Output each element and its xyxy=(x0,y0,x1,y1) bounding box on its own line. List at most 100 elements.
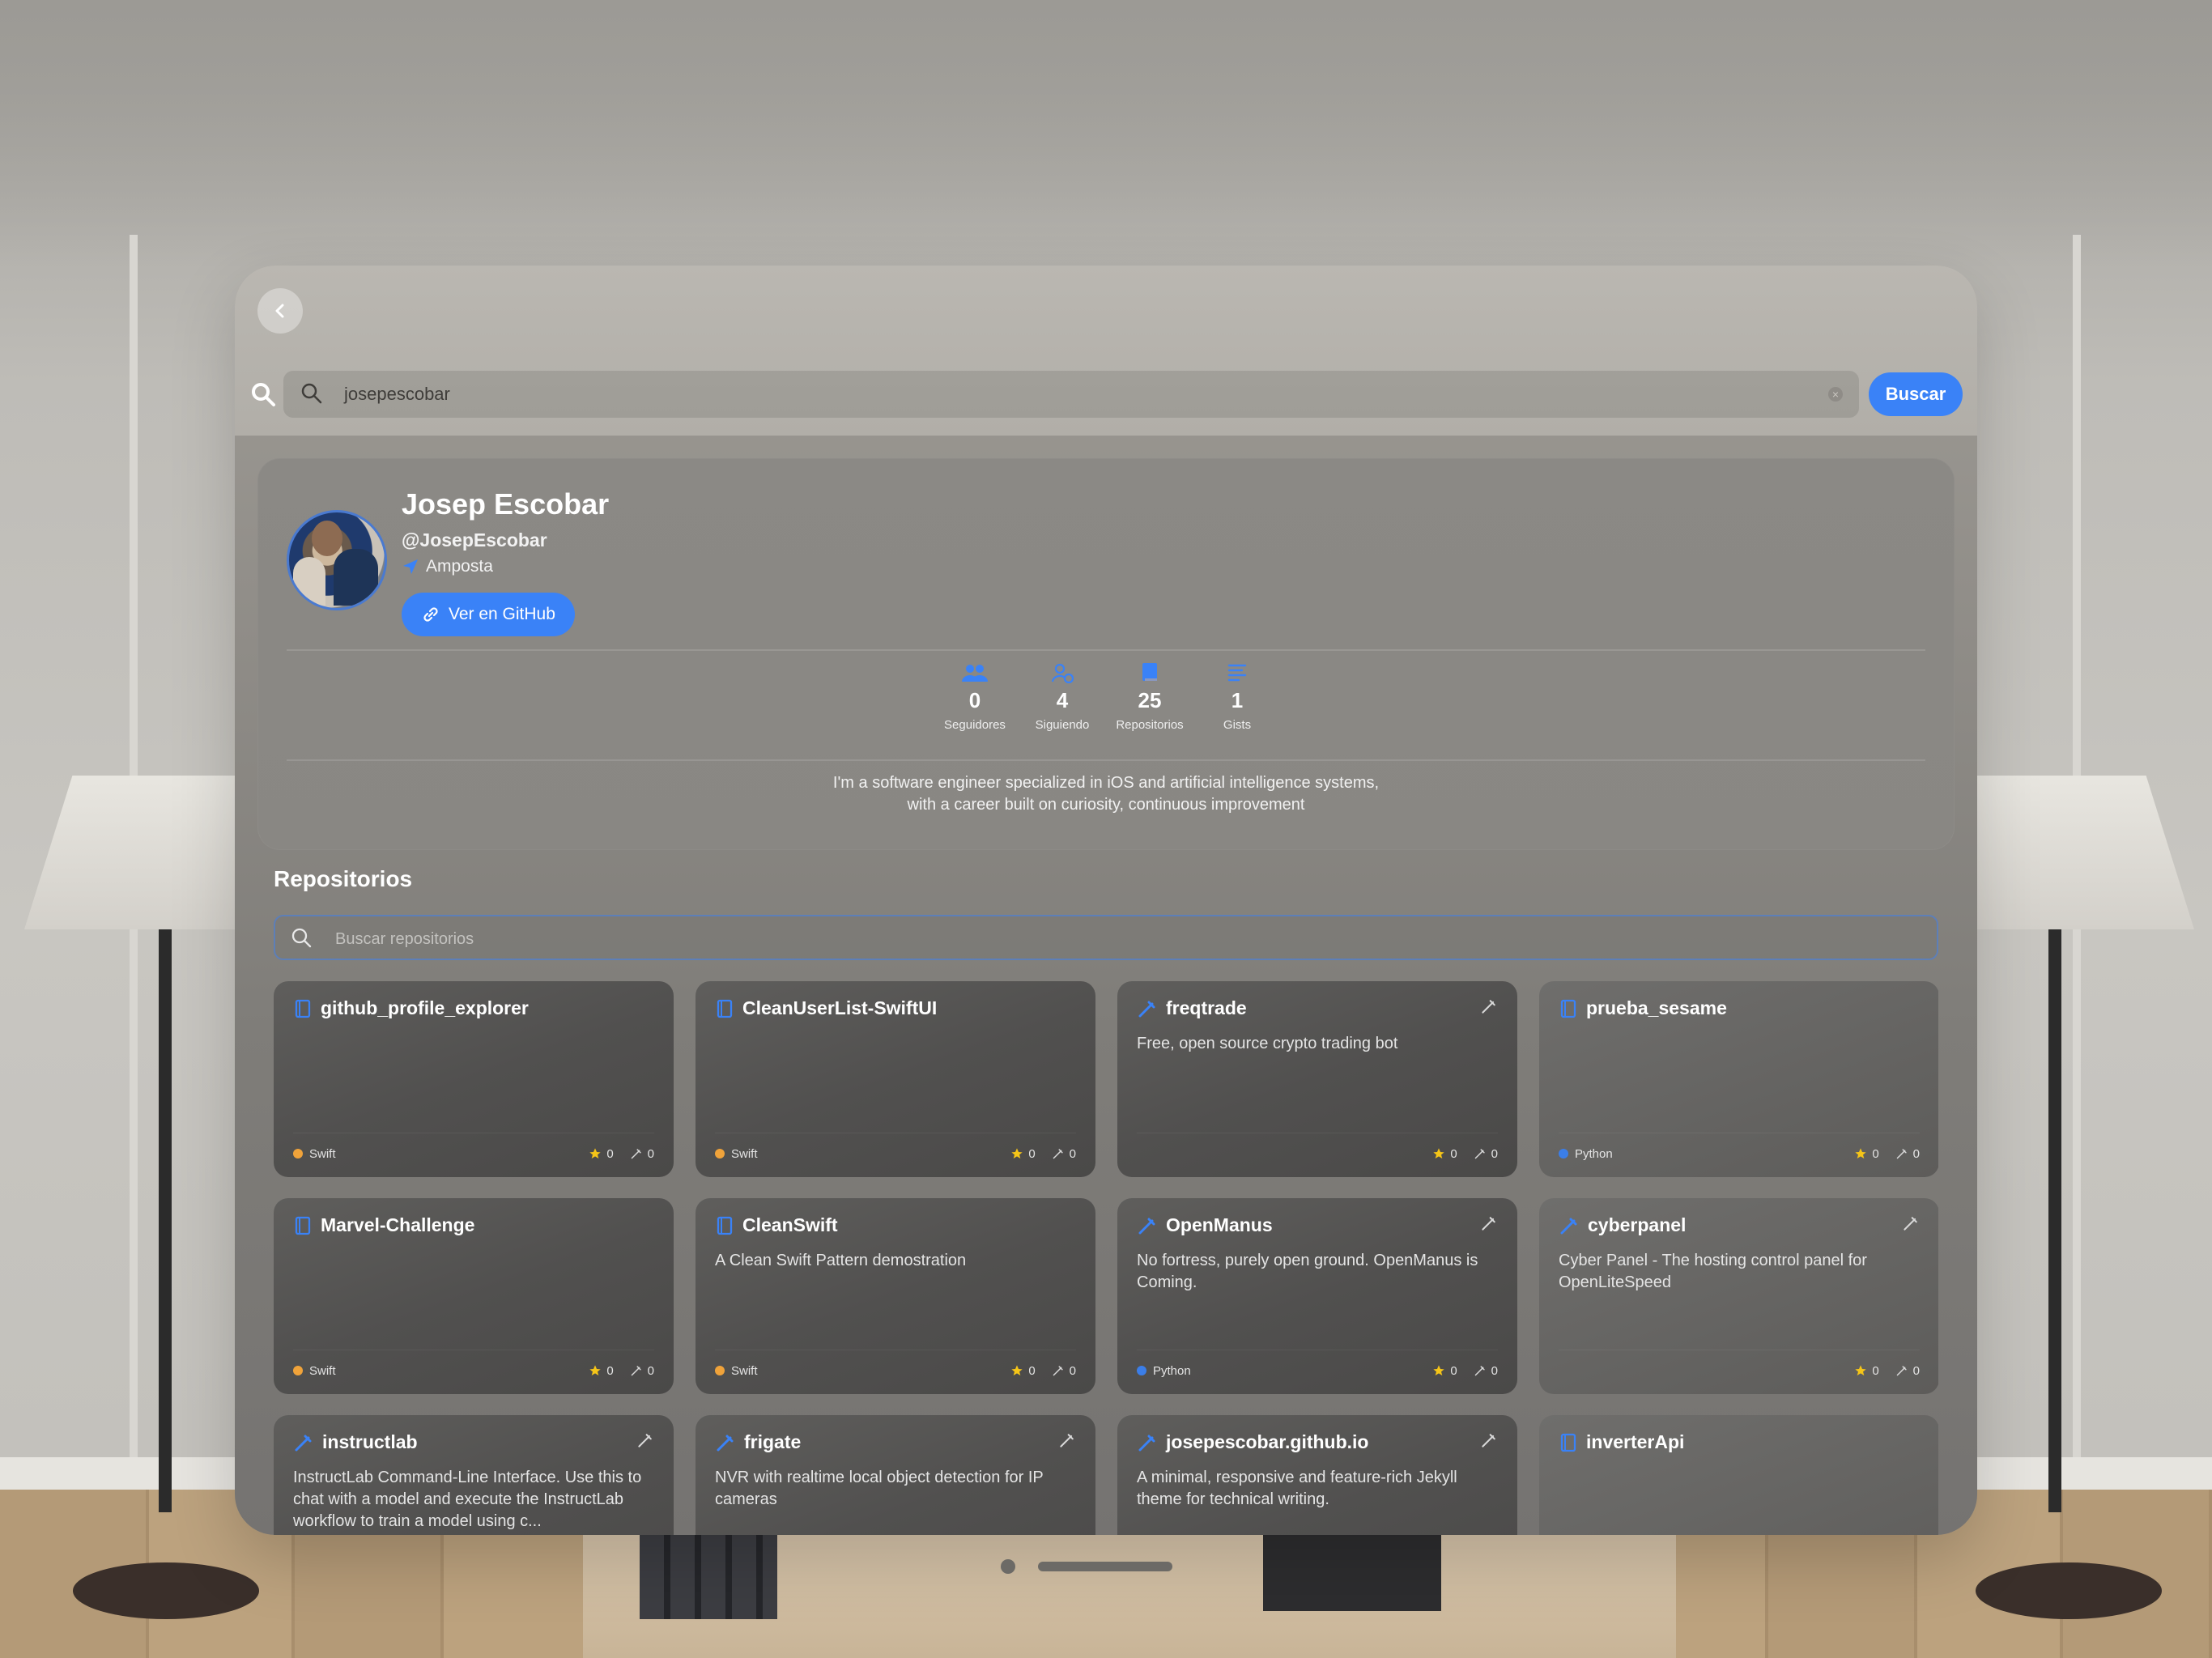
fork-count-icon xyxy=(1474,1366,1485,1376)
repo-card-header: CleanUserList-SwiftUI xyxy=(715,997,1076,1019)
repo-search-input[interactable] xyxy=(334,926,1875,952)
repo-description: InstructLab Command-Line Interface. Use … xyxy=(293,1469,642,1530)
repositories-heading: Repositorios xyxy=(274,866,413,891)
profile-divider-top xyxy=(287,649,1925,651)
stat-repositories[interactable]: 25 Repositorios xyxy=(1116,662,1184,732)
repo-search-field[interactable] xyxy=(274,915,1938,960)
repo-name: OpenManus xyxy=(1166,1214,1273,1235)
repo-forks: 0 xyxy=(1491,1146,1498,1161)
repo-card[interactable]: josepescobar.github.io A minimal, respons… xyxy=(1117,1415,1517,1535)
link-icon xyxy=(423,607,438,622)
repo-counts: 00 xyxy=(1854,1364,1920,1378)
repo-card-header: cyberpanel xyxy=(1559,1214,1920,1236)
fork-count-icon xyxy=(1053,1366,1063,1376)
star-icon xyxy=(1011,1365,1023,1375)
star-icon xyxy=(1433,1148,1444,1158)
profile-location: Amposta xyxy=(426,557,493,576)
repo-language-label: Swift xyxy=(309,1363,336,1378)
search-button[interactable]: Buscar xyxy=(1869,372,1963,416)
repo-language-label: Python xyxy=(1575,1146,1613,1161)
repo-language-label: Python xyxy=(1153,1363,1191,1378)
repo-card-header: freqtrade xyxy=(1137,997,1498,1019)
floor-lamp-left-pole xyxy=(159,929,172,1512)
repo-language-label: Swift xyxy=(731,1146,758,1161)
search-query: josepescobar xyxy=(344,384,450,404)
star-icon xyxy=(1855,1148,1866,1158)
repo-card[interactable]: inverterApi xyxy=(1539,1415,1938,1535)
repo-forks: 0 xyxy=(1912,1363,1920,1378)
repo-stars: 0 xyxy=(606,1363,614,1378)
view-github-label: Ver en GitHub xyxy=(449,605,555,623)
repo-counts: 00 xyxy=(1432,1147,1498,1161)
repo-name: cyberpanel xyxy=(1588,1214,1687,1235)
device-on-stand xyxy=(1263,1530,1441,1611)
repo-name: CleanSwift xyxy=(742,1214,838,1235)
fork-count-icon xyxy=(631,1366,641,1376)
repo-card-header: frigate xyxy=(715,1431,1076,1453)
stat-following-label: Siguiendo xyxy=(1035,718,1090,732)
stat-repositories-label: Repositorios xyxy=(1116,718,1184,732)
repo-book-icon xyxy=(295,1216,311,1235)
repo-name: Marvel-Challenge xyxy=(321,1214,475,1235)
repo-fork-icon xyxy=(1560,1218,1577,1234)
profile-divider-bottom xyxy=(287,759,1925,761)
clear-icon[interactable]: × xyxy=(1828,387,1843,402)
fork-count-icon xyxy=(1482,1217,1495,1231)
repo-stars: 0 xyxy=(1872,1146,1879,1161)
repo-card[interactable]: CleanUserList-SwiftUI Swift 0 0 xyxy=(696,981,1095,1177)
star-icon xyxy=(1011,1148,1023,1158)
repo-counts: 00 xyxy=(589,1364,654,1378)
repo-book-icon xyxy=(295,999,311,1018)
bio-line: with a career built on curiosity, contin… xyxy=(907,796,1305,814)
lines-icon xyxy=(1227,664,1247,682)
repo-language: Swift xyxy=(293,1147,336,1161)
repo-name: github_profile_explorer xyxy=(321,997,529,1018)
stat-gists[interactable]: 1 Gists xyxy=(1205,662,1270,732)
fork-count-icon xyxy=(1482,1434,1495,1448)
repo-name: freqtrade xyxy=(1166,997,1247,1018)
stat-gists-label: Gists xyxy=(1223,718,1252,732)
repo-stars: 0 xyxy=(1872,1363,1879,1378)
repo-description: NVR with realtime local object detection… xyxy=(715,1469,1044,1508)
repo-forks: 0 xyxy=(1491,1363,1498,1378)
star-icon xyxy=(1433,1365,1444,1375)
repo-card[interactable]: OpenManus No fortress, purely open ground… xyxy=(1117,1198,1517,1394)
repo-grid: github_profile_explorer Swift 0 0 CleanUserL… xyxy=(274,981,1938,1535)
view-github-button[interactable]: Ver en GitHub xyxy=(402,593,575,636)
repo-card-header: Marvel-Challenge xyxy=(293,1214,654,1236)
stat-following[interactable]: 4 Siguiendo xyxy=(1030,662,1095,732)
repo-card[interactable]: prueba_sesame Python 0 0 xyxy=(1539,981,1938,1177)
repo-card[interactable]: CleanSwift A Clean Swift Pattern demostra… xyxy=(696,1198,1095,1394)
stat-following-value: 4 xyxy=(1056,688,1069,712)
repo-card[interactable]: frigate NVR with realtime local object de… xyxy=(696,1415,1095,1535)
repo-description: Free, open source crypto trading bot xyxy=(1137,1035,1398,1052)
search-input[interactable]: josepescobar × xyxy=(283,371,1859,418)
repo-name: inverterApi xyxy=(1586,1431,1685,1452)
repo-forks: 0 xyxy=(1069,1363,1076,1378)
repo-card-footer: 00 xyxy=(1559,1350,1920,1381)
repo-forks: 0 xyxy=(647,1146,654,1161)
person-follow-icon xyxy=(1051,663,1074,683)
repo-card[interactable]: Marvel-Challenge Swift 0 0 xyxy=(274,1198,674,1394)
repo-card-footer: 00 xyxy=(1137,1133,1498,1164)
window-grabber-bar[interactable] xyxy=(1038,1562,1172,1571)
repo-card[interactable]: freqtrade Free, open source crypto tradin… xyxy=(1117,981,1517,1177)
stat-gists-value: 1 xyxy=(1231,688,1244,712)
repo-book-icon xyxy=(717,1216,733,1235)
page-indicator-dot[interactable] xyxy=(1001,1559,1015,1574)
language-dot xyxy=(293,1149,303,1158)
repo-name: instructlab xyxy=(322,1431,418,1452)
language-dot xyxy=(715,1149,725,1158)
fork-count-icon xyxy=(1053,1149,1063,1159)
repo-description: Cyber Panel - The hosting control panel … xyxy=(1559,1252,1867,1291)
repo-description: No fortress, purely open ground. OpenMan… xyxy=(1137,1252,1478,1291)
star-icon xyxy=(589,1148,601,1158)
back-button[interactable] xyxy=(257,288,303,334)
repo-counts: 00 xyxy=(1854,1147,1920,1161)
repo-fork-icon xyxy=(295,1435,312,1451)
stat-followers[interactable]: 0 Seguidores xyxy=(942,662,1007,732)
app-window: josepescobar × Buscar Josep Escobar @Jos… xyxy=(235,266,1977,1535)
repo-card[interactable]: github_profile_explorer Swift 0 0 xyxy=(274,981,674,1177)
repo-card[interactable]: cyberpanel Cyber Panel - The hosting cont… xyxy=(1539,1198,1938,1394)
repo-card[interactable]: instructlab InstructLab Command-Line Inte… xyxy=(274,1415,674,1535)
